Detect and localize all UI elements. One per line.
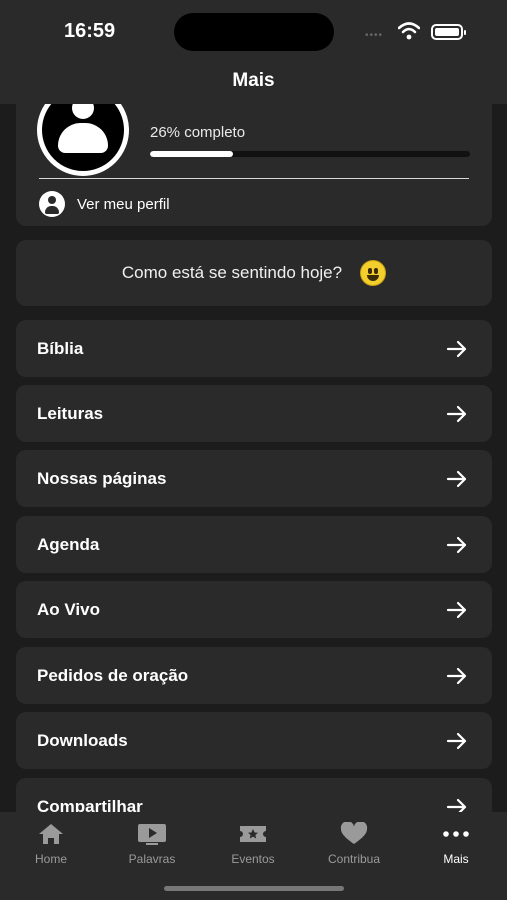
- mood-prompt: Como está se sentindo hoje?: [121, 263, 343, 282]
- heart-icon: [340, 822, 368, 844]
- page-title: Mais: [232, 70, 275, 91]
- arrow-right-icon: [446, 405, 467, 422]
- profile-progress-fill: [150, 151, 234, 157]
- menu-item-leituras[interactable]: Leituras: [16, 385, 492, 442]
- divider: [39, 178, 469, 179]
- scroll-content[interactable]: 26% completo Ver meu perfil Como está se…: [0, 104, 507, 812]
- battery-icon: [431, 24, 466, 40]
- profile-card: 26% completo Ver meu perfil: [16, 104, 492, 226]
- arrow-right-icon: [446, 536, 467, 553]
- profile-progress-label: 26% completo: [150, 124, 246, 141]
- menu-item-biblia[interactable]: Bíblia: [16, 320, 492, 377]
- tab-palavras[interactable]: Palavras: [107, 822, 197, 866]
- home-icon: [39, 824, 63, 844]
- signal-icon: ••••: [365, 30, 384, 41]
- menu-item-label: Ao Vivo: [37, 599, 100, 619]
- status-time: 16:59: [64, 20, 116, 42]
- menu-item-label: Bíblia: [37, 338, 84, 358]
- tab-label: Home: [34, 852, 67, 866]
- tab-home[interactable]: Home: [6, 822, 96, 866]
- tab-label: Contribua: [327, 852, 381, 866]
- more-icon: [443, 831, 469, 837]
- dynamic-island: [174, 13, 334, 51]
- menu-item-label: Downloads: [37, 730, 128, 750]
- tab-label: Eventos: [231, 852, 275, 866]
- ticket-icon: [240, 826, 266, 842]
- menu-item-label: Pedidos de oração: [37, 665, 189, 685]
- home-indicator: [164, 886, 344, 891]
- video-icon: [138, 824, 166, 845]
- header: 16:59 •••• Mais: [0, 0, 507, 104]
- arrow-right-icon: [446, 470, 467, 487]
- menu-item-pedidos-de-oracao[interactable]: Pedidos de oração: [16, 647, 492, 704]
- arrow-right-icon: [446, 340, 467, 357]
- user-circle-icon: [39, 191, 65, 217]
- menu-item-label: Leituras: [37, 403, 104, 423]
- arrow-right-icon: [446, 667, 467, 684]
- menu-item-label: Agenda: [37, 534, 100, 554]
- tab-label: Palavras: [128, 852, 176, 866]
- menu-item-agenda[interactable]: Agenda: [16, 516, 492, 573]
- wifi-icon: [398, 22, 420, 40]
- avatar[interactable]: [37, 104, 129, 176]
- tab-mais[interactable]: Mais: [411, 822, 501, 866]
- menu-item-ao-vivo[interactable]: Ao Vivo: [16, 581, 492, 638]
- menu-item-downloads[interactable]: Downloads: [16, 712, 492, 769]
- menu-item-nossas-paginas[interactable]: Nossas páginas: [16, 450, 492, 507]
- tab-contribua[interactable]: Contribua: [309, 822, 399, 866]
- tab-eventos[interactable]: Eventos: [208, 822, 298, 866]
- mood-card[interactable]: Como está se sentindo hoje?: [16, 240, 492, 306]
- arrow-right-icon: [446, 601, 467, 618]
- menu-item-label: Compartilhar: [37, 796, 143, 813]
- menu-item-label: Nossas páginas: [37, 468, 167, 488]
- tab-bar: Home Palavras Eventos Contribua Mais: [0, 812, 507, 900]
- view-profile-label: Ver meu perfil: [77, 195, 170, 213]
- menu-item-compartilhar[interactable]: Compartilhar: [16, 778, 492, 812]
- view-profile-button[interactable]: Ver meu perfil: [39, 191, 170, 217]
- profile-progress-bar: [150, 151, 470, 157]
- arrow-right-icon: [446, 798, 467, 812]
- arrow-right-icon: [446, 732, 467, 749]
- tab-label: Mais: [443, 852, 469, 866]
- smiley-icon: [360, 260, 387, 286]
